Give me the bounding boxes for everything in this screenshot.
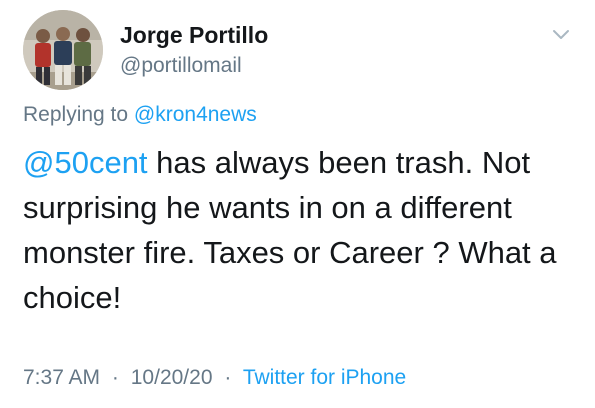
meta-separator: ·	[111, 366, 119, 389]
author-display-name[interactable]: Jorge Portillo	[120, 22, 268, 49]
reply-context: Replying to @kron4news	[23, 103, 257, 127]
tweet-text: @50cent has always been trash. Not surpr…	[23, 140, 583, 320]
profile-photo-icon	[23, 10, 103, 90]
meta-separator: ·	[224, 366, 232, 389]
reply-context-prefix: Replying to	[23, 103, 129, 126]
tweet-source-link[interactable]: Twitter for iPhone	[243, 366, 406, 389]
author-handle[interactable]: @portillomail	[120, 54, 242, 78]
avatar[interactable]	[23, 10, 103, 90]
tweet-meta: 7:37 AM · 10/20/20 · Twitter for iPhone	[23, 366, 406, 390]
tweet-card: Jorge Portillo @portillomail Replying to…	[0, 0, 595, 408]
chevron-down-icon[interactable]	[551, 24, 571, 44]
tweet-mention-link[interactable]: @50cent	[23, 145, 148, 180]
tweet-date[interactable]: 10/20/20	[131, 366, 213, 389]
tweet-time[interactable]: 7:37 AM	[23, 366, 100, 389]
reply-mention-link[interactable]: @kron4news	[134, 103, 257, 126]
